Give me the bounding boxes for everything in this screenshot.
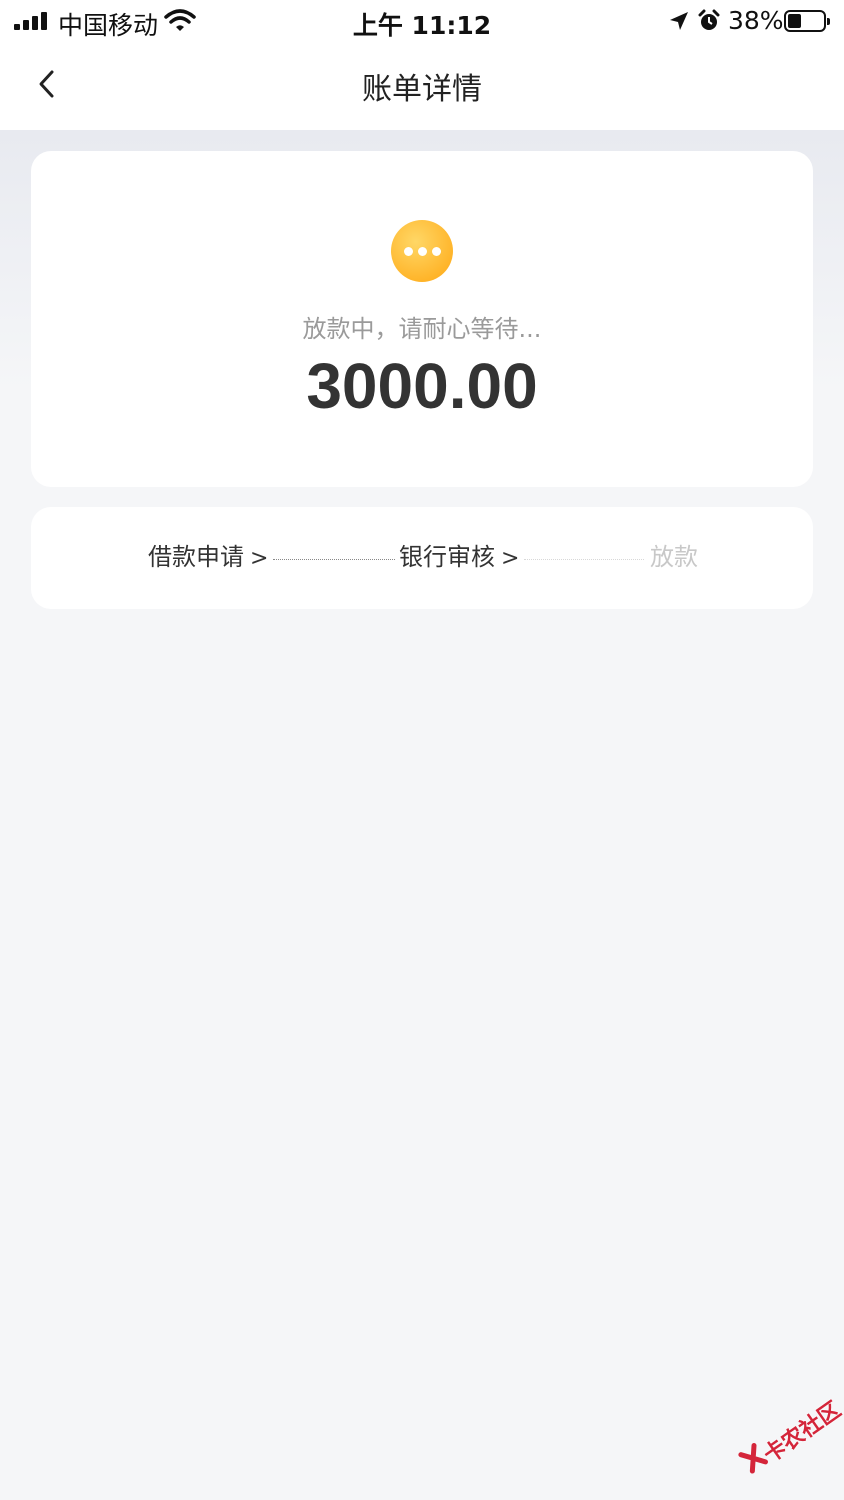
battery-icon — [784, 10, 830, 32]
location-icon — [670, 12, 688, 30]
step-label: 银行审核 — [399, 543, 495, 571]
alarm-icon — [698, 9, 720, 30]
navigation-bar: 账单详情 — [0, 44, 844, 130]
watermark-text: 卡农社区 — [759, 1397, 844, 1469]
step-connector — [273, 559, 395, 560]
step-label: 放款 — [650, 543, 698, 571]
loan-amount: 3000.00 — [306, 350, 538, 422]
step-arrow: > — [501, 546, 520, 571]
community-watermark: 卡农社区 — [730, 1387, 844, 1494]
battery-percentage: 38% — [728, 6, 784, 35]
progress-steps-card: 借款申请 > 银行审核 > 放款 — [31, 507, 813, 609]
step-arrow: > — [250, 546, 269, 571]
step-disbursement: 放款 — [650, 542, 698, 572]
page-title: 账单详情 — [362, 72, 482, 107]
step-bank-review: 银行审核 > — [399, 542, 519, 574]
more-dots-icon — [391, 220, 453, 282]
loan-status-card: 放款中，请耐心等待... 3000.00 — [31, 151, 813, 487]
step-connector — [524, 559, 644, 560]
status-message: 放款中，请耐心等待... — [302, 315, 542, 343]
step-label: 借款申请 — [148, 543, 244, 571]
step-loan-application: 借款申请 > — [148, 542, 268, 574]
status-bar: 中国移动 上午 11:12 38% — [0, 0, 844, 44]
